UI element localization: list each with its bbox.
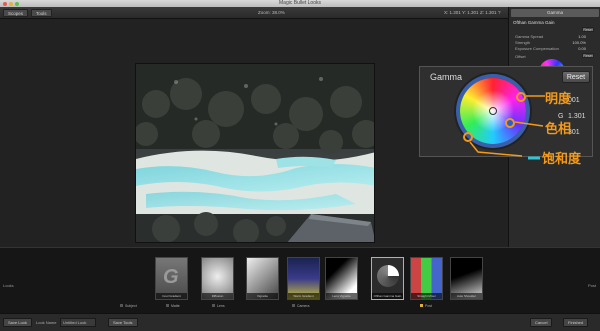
g-logo-icon: G (163, 266, 179, 288)
tool-thumbnail[interactable]: Diffusion (201, 257, 234, 300)
thumbnail-caption: Straight Mixer (411, 293, 442, 299)
thumbnail-caption: Diffusion (202, 293, 233, 299)
tool-thumbnail[interactable]: Vignette (246, 257, 279, 300)
category-camera[interactable]: Camera (292, 304, 309, 308)
category-post[interactable]: Post (420, 304, 432, 308)
tool-thumbnail[interactable]: Warm Gradient (287, 257, 320, 300)
tool-thumbnail[interactable]: Straight Mixer (410, 257, 443, 300)
tool-thumbnail-selected[interactable]: Ofthan Gamma Gain (371, 257, 404, 300)
finished-button[interactable]: Finished (563, 318, 589, 327)
tool-chain-strip: Looks Post G Cool Gradient Diffusion Vig… (0, 247, 600, 313)
post-label: Post (588, 283, 597, 288)
tool-thumbnail[interactable]: Lens Vignette (325, 257, 358, 300)
look-name-field[interactable]: Untitled Look (60, 318, 96, 327)
look-name-label: Look Name (36, 320, 57, 325)
thumbnail-caption: Cool Gradient (156, 293, 187, 299)
category-subject[interactable]: Subject (120, 304, 137, 308)
thumbnail-caption: Vignette (247, 293, 278, 299)
gamma-wheel-icon (377, 265, 399, 287)
tool-thumbnail[interactable]: Auto Shoulder (450, 257, 483, 300)
looks-label: Looks (3, 283, 14, 288)
save-look-button[interactable]: Save Look (3, 318, 32, 327)
cancel-button[interactable]: Cancel (530, 318, 553, 327)
thumbnail-caption: Lens Vignette (326, 293, 357, 299)
tool-thumbnail[interactable]: G Cool Gradient (155, 257, 188, 300)
save-tools-button[interactable]: Save Tools (108, 318, 138, 327)
thumbnail-caption: Warm Gradient (288, 293, 319, 299)
thumbnail-caption: Auto Shoulder (451, 293, 482, 299)
category-lens[interactable]: Lens (212, 304, 225, 308)
saturation-callout: 饱和度 (542, 151, 582, 166)
thumbnail-caption: Ofthan Gamma Gain (372, 293, 403, 299)
brightness-callout: 明度 (545, 91, 572, 106)
app-window: Magic Bullet Looks Scopes Tools Zoom: 38… (0, 0, 600, 331)
hue-callout: 色相 (545, 121, 572, 136)
bottom-bar: Save Look Look Name Untitled Look Save T… (0, 313, 600, 331)
category-matte[interactable]: Matte (166, 304, 180, 308)
